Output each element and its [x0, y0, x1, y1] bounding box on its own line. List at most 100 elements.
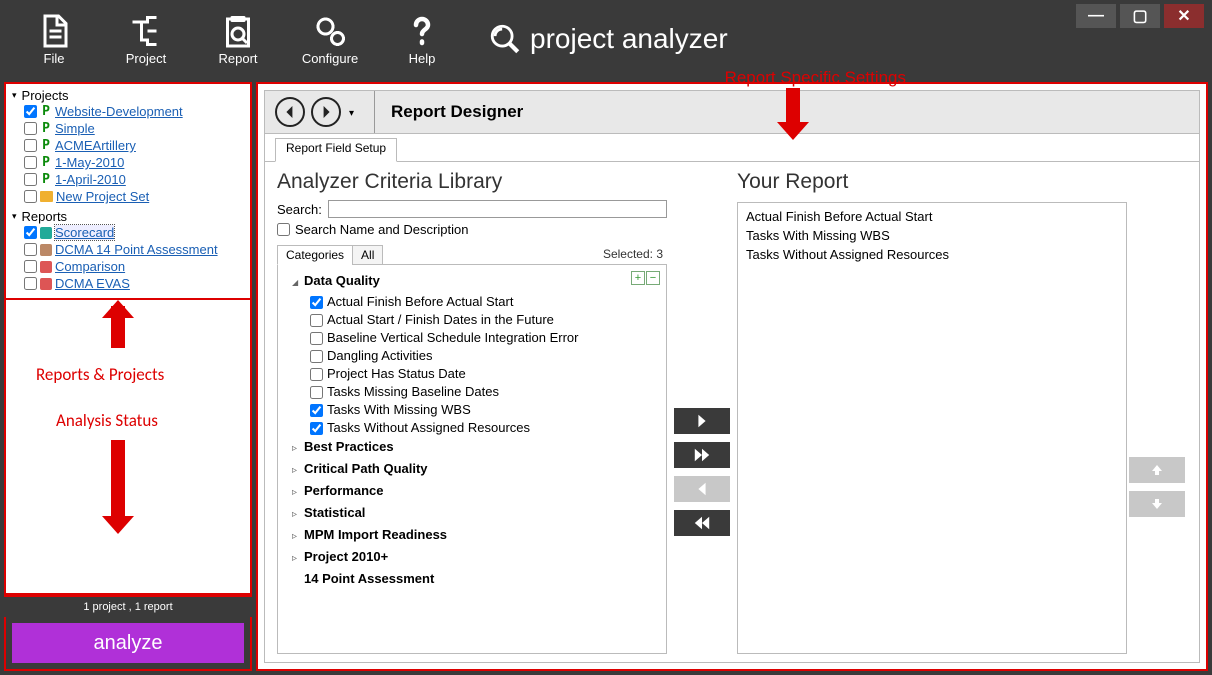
collapse-all-button[interactable]: − — [646, 271, 660, 285]
remove-all-button[interactable] — [674, 510, 730, 536]
search-desc-checkbox[interactable] — [277, 223, 290, 236]
file-button[interactable]: File — [8, 0, 100, 78]
new-project-set[interactable]: New Project Set — [12, 188, 244, 205]
criteria-checkbox[interactable] — [310, 404, 323, 417]
report-checkbox[interactable] — [24, 226, 37, 239]
project-checkbox[interactable] — [24, 105, 37, 118]
criteria-item[interactable]: Actual Start / Finish Dates in the Futur… — [310, 311, 662, 329]
tab-report-field-setup[interactable]: Report Field Setup — [275, 138, 397, 162]
project-checkbox[interactable] — [24, 156, 37, 169]
help-button[interactable]: Help — [376, 0, 468, 78]
project-icon: P — [40, 138, 52, 153]
maximize-button[interactable]: ▢ — [1120, 4, 1160, 28]
tab-categories[interactable]: Categories — [277, 245, 353, 265]
report-link[interactable]: Scorecard — [55, 225, 114, 240]
nav-dropdown[interactable] — [347, 103, 354, 121]
report-icon — [40, 261, 52, 273]
main-toolbar: File Project Report Configure Help proje… — [0, 0, 1212, 78]
add-all-button[interactable] — [674, 442, 730, 468]
report-item[interactable]: DCMA EVAS — [12, 275, 244, 292]
project-item[interactable]: P Simple — [12, 120, 244, 137]
criteria-item[interactable]: Tasks Missing Baseline Dates — [310, 383, 662, 401]
chevron-right-icon — [320, 106, 332, 118]
configure-button[interactable]: Configure — [284, 0, 376, 78]
report-link[interactable]: DCMA 14 Point Assessment — [55, 242, 218, 257]
your-report-item[interactable]: Actual Finish Before Actual Start — [746, 207, 1118, 226]
project-item[interactable]: P ACMEArtillery — [12, 137, 244, 154]
project-item[interactable]: P 1-April-2010 — [12, 171, 244, 188]
project-item[interactable]: P Website-Development — [12, 103, 244, 120]
move-down-button[interactable] — [1129, 491, 1185, 517]
criteria-checkbox[interactable] — [310, 350, 323, 363]
category-header[interactable]: Data Quality — [282, 271, 662, 293]
category-header[interactable]: 14 Point Assessment — [282, 569, 662, 589]
search-input[interactable] — [328, 200, 667, 218]
criteria-item[interactable]: Tasks Without Assigned Resources — [310, 419, 662, 437]
project-link[interactable]: Simple — [55, 121, 95, 136]
project-icon — [128, 13, 164, 49]
project-link[interactable]: Website-Development — [55, 104, 183, 119]
reports-heading[interactable]: Reports — [12, 209, 244, 224]
report-checkbox[interactable] — [24, 277, 37, 290]
projects-heading[interactable]: Projects — [12, 88, 244, 103]
category-header[interactable]: Project 2010+ — [282, 547, 662, 569]
project-checkbox[interactable] — [24, 122, 37, 135]
report-item[interactable]: Comparison — [12, 258, 244, 275]
your-report-list[interactable]: Actual Finish Before Actual StartTasks W… — [737, 202, 1127, 654]
folder-icon — [40, 191, 53, 202]
your-report-item[interactable]: Tasks Without Assigned Resources — [746, 245, 1118, 264]
project-link[interactable]: 1-April-2010 — [55, 172, 126, 187]
expand-all-button[interactable]: + — [631, 271, 645, 285]
your-report-item[interactable]: Tasks With Missing WBS — [746, 226, 1118, 245]
designer-header: Report Designer — [264, 90, 1200, 134]
criteria-checkbox[interactable] — [310, 386, 323, 399]
category-header[interactable]: Critical Path Quality — [282, 459, 662, 481]
close-button[interactable]: ✕ — [1164, 4, 1204, 28]
report-checkbox[interactable] — [24, 260, 37, 273]
new-project-set-link[interactable]: New Project Set — [56, 189, 149, 204]
project-item[interactable]: P 1-May-2010 — [12, 154, 244, 171]
nav-forward-button[interactable] — [311, 97, 341, 127]
move-up-button[interactable] — [1129, 457, 1185, 483]
project-link[interactable]: ACMEArtillery — [55, 138, 136, 153]
project-link[interactable]: 1-May-2010 — [55, 155, 124, 170]
category-header[interactable]: MPM Import Readiness — [282, 525, 662, 547]
project-button[interactable]: Project — [100, 0, 192, 78]
criteria-item[interactable]: Project Has Status Date — [310, 365, 662, 383]
project-checkbox[interactable] — [24, 139, 37, 152]
criteria-checkbox[interactable] — [310, 314, 323, 327]
criteria-checkbox[interactable] — [310, 296, 323, 309]
report-icon — [40, 227, 52, 239]
sidebar-spacer: Reports & Projects Analysis Status — [6, 298, 250, 595]
criteria-checkbox[interactable] — [310, 368, 323, 381]
criteria-item[interactable]: Baseline Vertical Schedule Integration E… — [310, 329, 662, 347]
file-label: File — [44, 51, 65, 66]
project-checkbox[interactable] — [24, 173, 37, 186]
criteria-item[interactable]: Tasks With Missing WBS — [310, 401, 662, 419]
criteria-item[interactable]: Dangling Activities — [310, 347, 662, 365]
file-icon — [36, 13, 72, 49]
remove-button[interactable] — [674, 476, 730, 502]
nav-back-button[interactable] — [275, 97, 305, 127]
report-link[interactable]: Comparison — [55, 259, 125, 274]
category-header[interactable]: Statistical — [282, 503, 662, 525]
criteria-checkbox[interactable] — [310, 332, 323, 345]
add-button[interactable] — [674, 408, 730, 434]
category-header[interactable]: Best Practices — [282, 437, 662, 459]
minimize-button[interactable]: — — [1076, 4, 1116, 28]
arrow-head-icon — [777, 122, 809, 140]
arrow-head-icon — [102, 300, 134, 318]
double-chevron-right-icon — [693, 448, 711, 462]
new-project-set-checkbox[interactable] — [24, 190, 37, 203]
category-header[interactable]: Performance — [282, 481, 662, 503]
report-link[interactable]: DCMA EVAS — [55, 276, 130, 291]
tab-all[interactable]: All — [352, 245, 383, 265]
report-checkbox[interactable] — [24, 243, 37, 256]
analyze-button[interactable]: analyze — [12, 623, 244, 663]
reorder-buttons — [1127, 170, 1187, 654]
criteria-item[interactable]: Actual Finish Before Actual Start — [310, 293, 662, 311]
report-button[interactable]: Report — [192, 0, 284, 78]
report-item[interactable]: Scorecard — [12, 224, 244, 241]
criteria-checkbox[interactable] — [310, 422, 323, 435]
report-item[interactable]: DCMA 14 Point Assessment — [12, 241, 244, 258]
